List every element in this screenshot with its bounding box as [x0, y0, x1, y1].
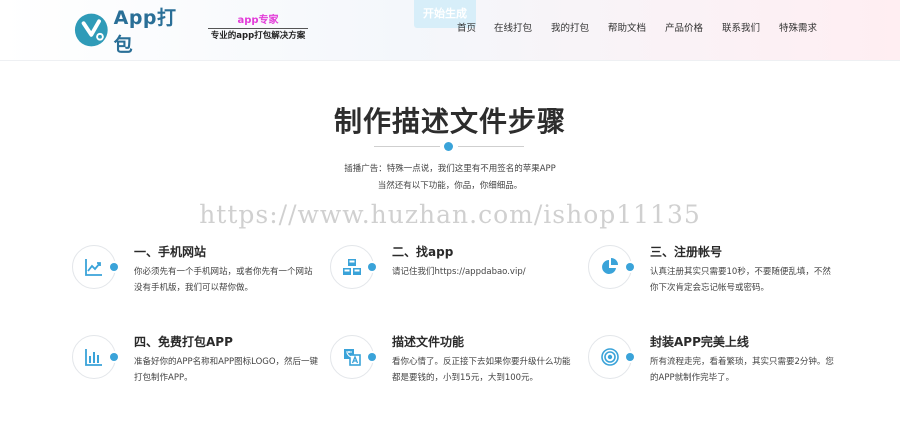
feature-title: 描述文件功能 [392, 335, 465, 349]
feature-title: 四、免费打包APP [134, 335, 233, 349]
subtitle-line-2: 当然还有以下功能，你品，你细细品。 [377, 181, 523, 191]
nav-item-special[interactable]: 特殊需求 [779, 22, 817, 36]
feature-free-pack: 四、免费打包APP 准备好你的APP名称和APP图标LOGO，然后一键打包制作A… [72, 335, 327, 395]
feature-desc: 看你心情了。反正接下去如果你要升级什么功能都是要钱的，小到15元，大到100元。 [392, 357, 571, 383]
feature-dot [626, 263, 634, 271]
feature-dot [110, 353, 118, 361]
pie-chart-icon [602, 258, 618, 274]
feature-dot [368, 353, 376, 361]
feature-dot [110, 263, 118, 271]
main-nav: 首页 在线打包 我的打包 帮助文档 产品价格 联系我们 特殊需求 [0, 22, 900, 36]
divider-line-left [374, 146, 440, 147]
watermark: https://www.huzhan.com/ishop11135 [199, 200, 701, 229]
translate-icon [344, 349, 361, 366]
subtitle-line-1: 插播广告：特殊一点说，我们这里有不用签名的苹果APP [344, 164, 556, 174]
divider-line-right [458, 146, 524, 147]
feature-publish-app: 封装APP完美上线 所有流程走完，看着繁琐，其实只需要2分钟。您的APP就制作完… [588, 335, 843, 395]
feature-title: 封装APP完美上线 [650, 335, 749, 349]
feature-desc: 你必须先有一个手机网站，或者你先有一个网站没有手机版，我们可以帮你做。 [134, 267, 313, 293]
nav-item-online-pack[interactable]: 在线打包 [494, 22, 532, 36]
feature-register-account: 三、注册帐号 认真注册其实只需要10秒，不要随便乱填，不然你下次肯定会忘记帐号或… [588, 245, 843, 305]
feature-dot [626, 353, 634, 361]
feature-mobile-site: 一、手机网站 你必须先有一个手机网站，或者你先有一个网站没有手机版，我们可以帮你… [72, 245, 327, 305]
divider-dot [444, 142, 453, 151]
feature-title: 三、注册帐号 [650, 245, 723, 259]
target-icon [601, 348, 619, 366]
feature-title: 二、找app [392, 245, 454, 259]
title-divider [374, 142, 524, 152]
feature-desc: 准备好你的APP名称和APP图标LOGO，然后一键打包制作APP。 [134, 357, 319, 383]
feature-desc: 认真注册其实只需要10秒，不要随便乱填，不然你下次肯定会忘记帐号或密码。 [650, 267, 831, 293]
feature-dot [368, 263, 376, 271]
feature-find-app: 二、找app 请记住我们https://appdabao.vip/ [330, 245, 585, 305]
page-title: 制作描述文件步骤 [333, 105, 566, 138]
feature-profile-function: 描述文件功能 看你心情了。反正接下去如果你要升级什么功能都是要钱的，小到15元，… [330, 335, 585, 395]
feature-desc: 所有流程走完，看着繁琐，其实只需要2分钟。您的APP就制作完毕了。 [650, 357, 834, 383]
nav-item-my-pack[interactable]: 我的打包 [551, 22, 589, 36]
feature-title: 一、手机网站 [134, 245, 207, 259]
nav-item-pricing[interactable]: 产品价格 [665, 22, 703, 36]
nav-item-home[interactable]: 首页 [457, 22, 476, 36]
nav-item-contact[interactable]: 联系我们 [722, 22, 760, 36]
site-header: App打包 app专家 专业的app打包解决方案 开始生成 首页 在线打包 我的… [0, 0, 900, 61]
nav-item-help-docs[interactable]: 帮助文档 [608, 22, 646, 36]
bar-chart-icon [85, 349, 102, 366]
cubes-icon [343, 259, 361, 275]
trend-chart-icon [85, 259, 102, 276]
feature-desc[interactable]: 请记住我们https://appdabao.vip/ [392, 264, 577, 280]
